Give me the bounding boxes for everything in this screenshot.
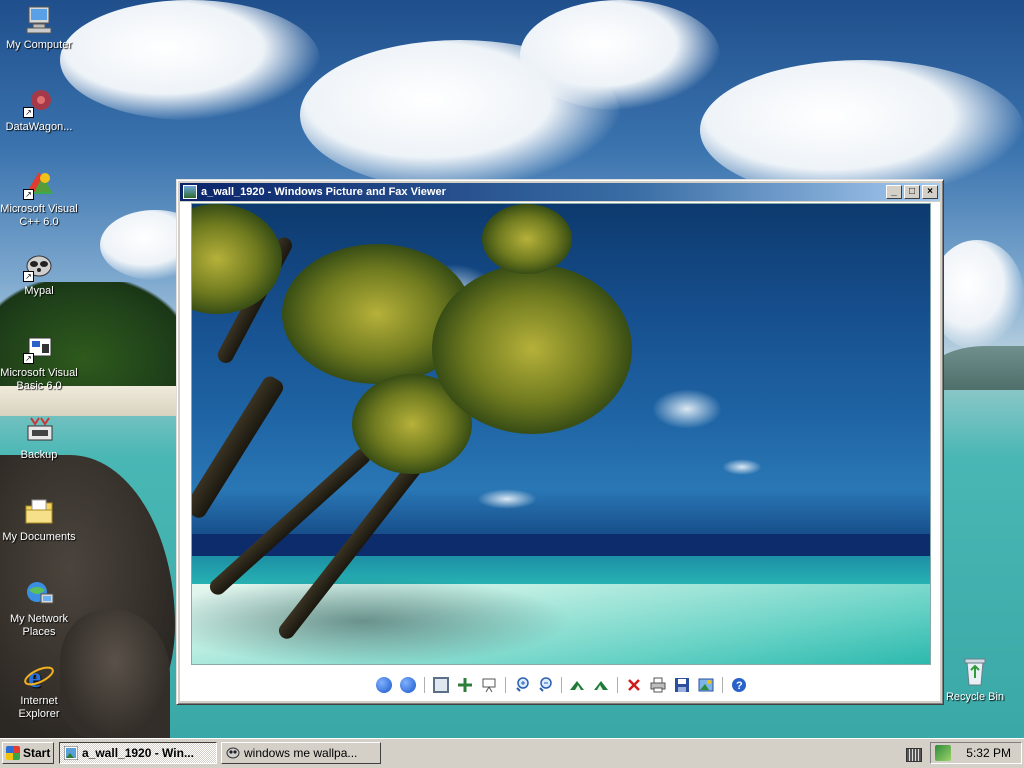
displayed-image[interactable]: [191, 203, 931, 665]
rotate-clockwise-icon[interactable]: [569, 677, 585, 693]
svg-text:?: ?: [736, 680, 743, 692]
picture-viewer-app-icon: [63, 745, 79, 761]
recycle-bin-icon: [959, 656, 991, 688]
window-title: a_wall_1920 - Windows Picture and Fax Vi…: [201, 186, 446, 198]
toolbar-separator: [424, 677, 425, 693]
photo-palm-fronds: [192, 204, 282, 314]
desktop-icon-label: Mypal: [24, 285, 54, 297]
visual-cpp-icon: ↗: [23, 168, 55, 200]
desktop-icon-label: My Documents: [2, 531, 76, 543]
start-button[interactable]: Start: [2, 742, 54, 764]
shortcut-arrow-icon: ↗: [23, 189, 34, 200]
slideshow-icon[interactable]: [481, 677, 497, 693]
maximize-button[interactable]: □: [904, 185, 920, 199]
desktop-icon-label: Recycle Bin: [945, 691, 1005, 703]
open-editor-icon[interactable]: [698, 677, 714, 693]
toolbar-separator: [722, 677, 723, 693]
toolbar-separator: [561, 677, 562, 693]
system-tray: 5:32 PM: [930, 742, 1022, 764]
backup-icon: [23, 414, 55, 446]
photo-palm-trunk: [192, 373, 287, 521]
windows-logo-icon: [6, 746, 20, 760]
taskbar: Start a_wall_1920 - Win... windows me wa…: [0, 738, 1024, 768]
desktop-icon-datawagon[interactable]: ↗ DataWagon...: [0, 86, 78, 134]
visual-basic-icon: ↗: [23, 332, 55, 364]
toolbar-separator: [505, 677, 506, 693]
close-button[interactable]: ×: [922, 185, 938, 199]
minimize-button[interactable]: _: [886, 185, 902, 199]
desktop-icon-my-computer[interactable]: My Computer: [0, 4, 78, 52]
network-tray-icon[interactable]: [935, 745, 951, 761]
picture-viewer-app-icon: [183, 185, 197, 199]
viewer-toolbar: ?: [180, 675, 940, 695]
window-titlebar[interactable]: a_wall_1920 - Windows Picture and Fax Vi…: [180, 183, 940, 201]
network-places-icon: [23, 578, 55, 610]
picture-viewer-window[interactable]: a_wall_1920 - Windows Picture and Fax Vi…: [176, 179, 944, 705]
desktop-icon-label: My Network Places: [9, 613, 69, 638]
previous-image-icon[interactable]: [376, 677, 392, 693]
mypal-icon: [226, 746, 240, 760]
photo-palm-shadow: [192, 576, 572, 664]
keyboard-layout-icon[interactable]: [906, 748, 922, 762]
datawagon-icon: ↗: [23, 86, 55, 118]
save-icon[interactable]: [674, 677, 690, 693]
desktop-icon-recycle-bin[interactable]: Recycle Bin: [936, 656, 1014, 704]
zoom-out-icon[interactable]: [537, 677, 553, 693]
desktop-icon-network-places[interactable]: My Network Places: [0, 578, 78, 639]
photo-horizon: [192, 534, 930, 556]
desktop-icon-label: Internet Explorer: [18, 695, 60, 720]
desktop-icon-backup[interactable]: Backup: [0, 414, 78, 462]
my-documents-icon: [23, 496, 55, 528]
shortcut-arrow-icon: ↗: [23, 353, 34, 364]
taskbar-button-label: a_wall_1920 - Win...: [82, 746, 194, 760]
wallpaper-cloud: [930, 240, 1024, 350]
my-computer-icon: [23, 4, 55, 36]
desktop-icon-internet-explorer[interactable]: e Internet Explorer: [0, 660, 78, 721]
taskbar-button-picture-viewer[interactable]: a_wall_1920 - Win...: [59, 742, 217, 764]
next-image-icon[interactable]: [400, 677, 416, 693]
desktop-icon-label: My Computer: [5, 39, 73, 51]
print-icon[interactable]: [650, 677, 666, 693]
best-fit-icon[interactable]: [433, 677, 449, 693]
clock[interactable]: 5:32 PM: [966, 743, 1011, 763]
photo-palm-fronds: [432, 264, 632, 434]
desktop-icon-mypal[interactable]: ↗ Mypal: [0, 250, 78, 298]
desktop-icon-label: Microsoft Visual C++ 6.0: [0, 203, 78, 228]
actual-size-icon[interactable]: [457, 677, 473, 693]
delete-icon[interactable]: [626, 677, 642, 693]
desktop-icon-visual-cpp[interactable]: ↗ Microsoft Visual C++ 6.0: [0, 168, 78, 229]
internet-explorer-icon: e: [23, 660, 55, 694]
wallpaper-cloud: [60, 0, 320, 120]
desktop-icon-label: DataWagon...: [5, 121, 73, 133]
shortcut-arrow-icon: ↗: [23, 107, 34, 118]
shortcut-arrow-icon: ↗: [23, 271, 34, 282]
photo-cloud: [477, 489, 537, 509]
viewer-client-area: ?: [180, 202, 940, 701]
toolbar-separator: [617, 677, 618, 693]
desktop-icon-my-documents[interactable]: My Documents: [0, 496, 78, 544]
photo-cloud: [722, 459, 762, 475]
taskbar-button-label: windows me wallpa...: [244, 746, 358, 760]
zoom-in-icon[interactable]: [514, 677, 530, 693]
mypal-icon: ↗: [23, 250, 55, 282]
wallpaper-cloud: [520, 0, 720, 110]
desktop-icon-label: Backup: [20, 449, 58, 461]
photo-palm-fronds: [482, 204, 572, 274]
svg-text:e: e: [28, 661, 41, 692]
photo-cloud: [652, 389, 722, 429]
desktop-icon-label: Microsoft Visual Basic 6.0: [0, 367, 78, 392]
taskbar-button-browser[interactable]: windows me wallpa...: [221, 742, 381, 764]
desktop-icon-visual-basic[interactable]: ↗ Microsoft Visual Basic 6.0: [0, 332, 78, 393]
help-icon[interactable]: ?: [731, 677, 747, 693]
start-label: Start: [23, 746, 51, 760]
wallpaper-far-island: [930, 346, 1024, 390]
rotate-counterclockwise-icon[interactable]: [593, 677, 609, 693]
